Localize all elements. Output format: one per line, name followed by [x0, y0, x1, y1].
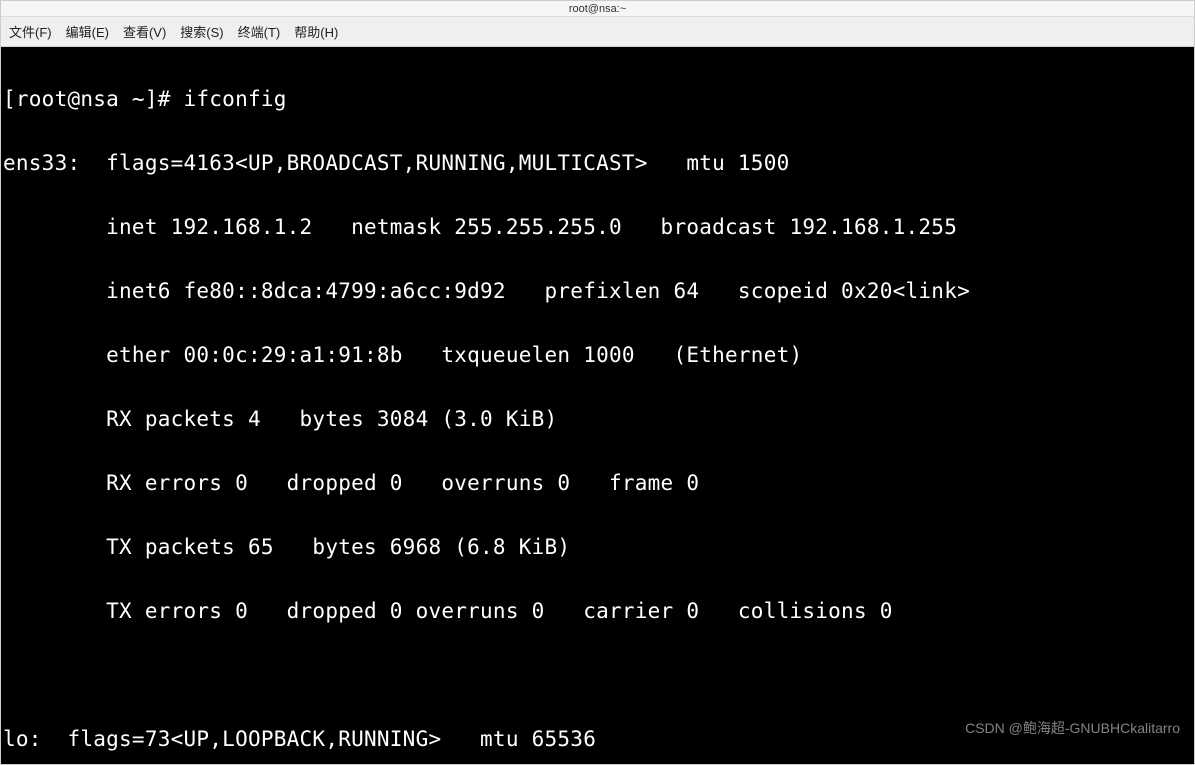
- ens33-ether: ether 00:0c:29:a1:91:8b txqueuelen 1000 …: [3, 339, 1192, 371]
- blank-line: [3, 659, 1192, 691]
- menu-edit[interactable]: 编辑(E): [66, 22, 109, 41]
- watermark: CSDN @鲍海超-GNUBHCkalitarro: [965, 712, 1180, 744]
- menu-file[interactable]: 文件(F): [9, 22, 52, 41]
- window-title: root@nsa:~: [569, 3, 626, 15]
- menu-help[interactable]: 帮助(H): [294, 22, 338, 41]
- ens33-rxp: RX packets 4 bytes 3084 (3.0 KiB): [3, 403, 1192, 435]
- menu-view[interactable]: 查看(V): [123, 22, 166, 41]
- menu-search[interactable]: 搜索(S): [180, 22, 223, 41]
- ens33-header: ens33: flags=4163<UP,BROADCAST,RUNNING,M…: [3, 147, 1192, 179]
- ens33-inet6: inet6 fe80::8dca:4799:a6cc:9d92 prefixle…: [3, 275, 1192, 307]
- ens33-inet: inet 192.168.1.2 netmask 255.255.255.0 b…: [3, 211, 1192, 243]
- terminal-window: root@nsa:~ 文件(F) 编辑(E) 查看(V) 搜索(S) 终端(T)…: [0, 0, 1195, 765]
- titlebar: root@nsa:~: [1, 1, 1194, 17]
- ens33-rxe: RX errors 0 dropped 0 overruns 0 frame 0: [3, 467, 1192, 499]
- ens33-txe: TX errors 0 dropped 0 overruns 0 carrier…: [3, 595, 1192, 627]
- menu-terminal[interactable]: 终端(T): [238, 22, 281, 41]
- ens33-txp: TX packets 65 bytes 6968 (6.8 KiB): [3, 531, 1192, 563]
- terminal-output[interactable]: [root@nsa ~]# ifconfig ens33: flags=4163…: [1, 47, 1194, 764]
- prompt-line: [root@nsa ~]# ifconfig: [3, 83, 1192, 115]
- menubar: 文件(F) 编辑(E) 查看(V) 搜索(S) 终端(T) 帮助(H): [1, 17, 1194, 47]
